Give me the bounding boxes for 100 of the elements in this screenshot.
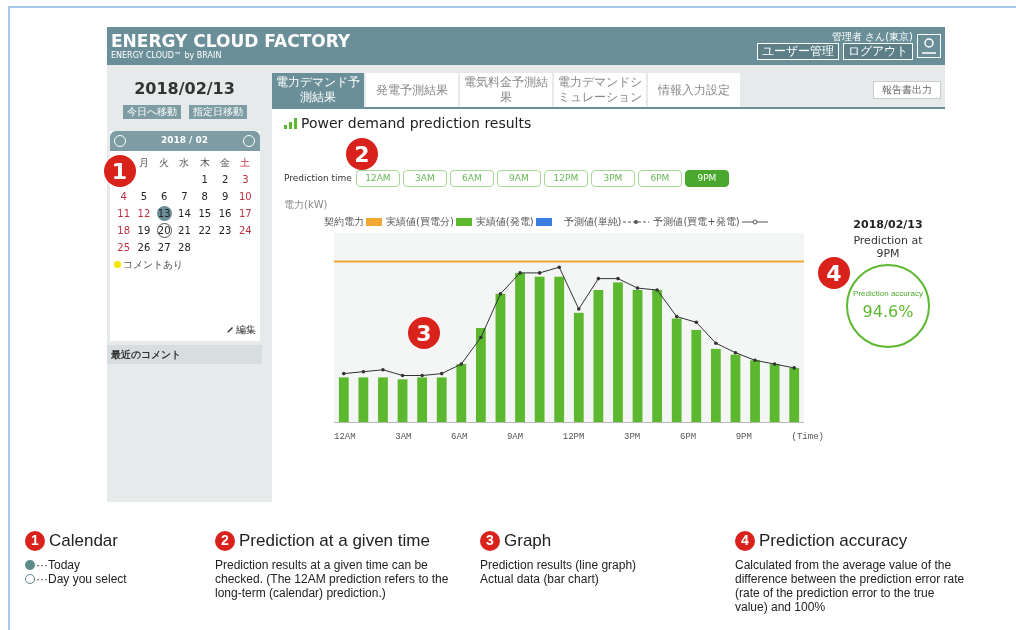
legend-title: Prediction accuracy: [759, 530, 908, 552]
x-axis-label: 12PM: [562, 431, 585, 444]
tab[interactable]: 電力デマンド予測結果: [272, 73, 364, 107]
accuracy-caption: Prediction at 9PM: [853, 233, 923, 260]
calendar-day[interactable]: 6: [156, 189, 172, 204]
data-point: [498, 292, 503, 296]
bar: [378, 377, 388, 423]
report-output-button[interactable]: 報告書出力: [873, 81, 941, 99]
data-point: [733, 350, 738, 355]
calendar-day[interactable]: 21: [177, 223, 192, 238]
calendar-day[interactable]: 12: [136, 206, 152, 221]
x-axis-label: 6PM: [679, 431, 697, 444]
section-title: Power demand prediction results: [301, 114, 532, 133]
calendar-day[interactable]: 18: [116, 223, 132, 238]
bar: [730, 354, 741, 423]
data-point: [616, 276, 620, 281]
calendar-day[interactable]: 27: [156, 240, 172, 255]
legend-description: Prediction results (line graph): [480, 557, 638, 572]
data-point: [674, 314, 679, 319]
legend-label: 実績値(発電): [475, 215, 534, 229]
date-nav-button[interactable]: 今日へ移動: [122, 105, 181, 119]
data-point: [518, 271, 522, 275]
header-button[interactable]: ログアウト: [843, 43, 913, 60]
legend-label: 実績値(買電分): [386, 215, 454, 229]
number-badge: 4: [735, 530, 755, 551]
edit-link[interactable]: 編集: [235, 322, 256, 337]
calendar-day[interactable]: 2: [217, 172, 233, 187]
weekday-label: 月: [137, 156, 150, 170]
calendar-day[interactable]: 4: [116, 189, 132, 204]
accuracy-date: 2018/02/13: [853, 217, 923, 233]
legend-description: Actual data (bar chart): [480, 571, 600, 586]
legend-label: 予測値(買電+発電): [653, 215, 740, 229]
prediction-time-label: Prediction time: [284, 171, 352, 185]
calendar-day[interactable]: 3: [237, 172, 253, 187]
bar-chart-icon: [284, 118, 297, 129]
weekday-label: 土: [239, 156, 252, 170]
calendar-day[interactable]: 24: [237, 223, 253, 238]
data-point: [694, 320, 699, 325]
user-name: 管理者 さん(東京): [832, 32, 913, 42]
number-badge: 4: [818, 257, 850, 289]
data-point: [557, 265, 561, 269]
number-badge: 3: [480, 530, 500, 551]
legend-text: ···Day you select: [36, 571, 127, 586]
x-axis-label: 3PM: [624, 431, 641, 444]
calendar-day[interactable]: 22: [197, 223, 213, 238]
bar: [769, 364, 780, 423]
data-point: [596, 276, 601, 281]
number-badge: 2: [215, 530, 235, 551]
legend-title: Prediction at a given time: [239, 530, 430, 552]
data-point: [439, 371, 444, 376]
calendar-day[interactable]: 14: [177, 206, 192, 221]
calendar-day[interactable]: 13: [156, 206, 172, 221]
recent-comments-header: 最近のコメント: [107, 345, 262, 364]
data-point: [479, 335, 483, 340]
app-title: ENERGY CLOUD FACTORY: [111, 32, 351, 50]
data-point: [459, 362, 464, 366]
calendar-day[interactable]: 5: [136, 189, 152, 204]
pencil-icon: [225, 325, 234, 334]
calendar-day[interactable]: 9: [217, 189, 233, 204]
data-point: [361, 369, 366, 374]
legend-label: 契約電力: [324, 215, 364, 229]
time-option[interactable]: 9PM: [684, 170, 729, 187]
calendar-day[interactable]: 19: [136, 223, 152, 238]
calendar-day[interactable]: 25: [116, 240, 132, 255]
calendar-day[interactable]: 23: [217, 223, 233, 238]
bar: [789, 367, 800, 423]
dashed-line-icon: [623, 218, 650, 225]
calendar-day[interactable]: 1: [197, 172, 213, 187]
app-subtitle: ENERGY CLOUD™ by BRAIN: [111, 51, 223, 60]
calendar-day[interactable]: 26: [136, 240, 152, 255]
calendar-day[interactable]: 16: [217, 206, 233, 221]
tab[interactable]: 電力デマンドシミュレーション: [554, 73, 646, 107]
x-axis-label: 9PM: [735, 431, 752, 444]
legend-label: 予測値(単純): [563, 215, 622, 229]
data-point: [400, 373, 405, 378]
solid-line-icon: [741, 218, 768, 225]
tab[interactable]: 電気料金予測結果: [460, 73, 552, 107]
calendar-day[interactable]: 28: [177, 240, 192, 255]
date-nav-button[interactable]: 指定日移動: [188, 105, 247, 119]
header-button[interactable]: ユーザー管理: [757, 43, 839, 60]
x-axis-label: (Time): [791, 431, 824, 444]
accuracy-value: 94.6%: [862, 300, 914, 323]
calendar-day[interactable]: 10: [237, 189, 253, 204]
bar: [397, 379, 408, 423]
bar: [417, 377, 427, 423]
legend-title: Graph: [504, 530, 552, 552]
bar: [338, 377, 349, 423]
tab[interactable]: 情報入力設定: [648, 73, 740, 107]
data-point: [753, 358, 757, 363]
calendar-day[interactable]: 11: [116, 206, 132, 221]
calendar-day[interactable]: 15: [197, 206, 213, 221]
tab[interactable]: 発電予測結果: [366, 73, 458, 107]
calendar-day[interactable]: 7: [177, 189, 192, 204]
calendar-day[interactable]: 17: [237, 206, 253, 221]
weekday-label: 木: [198, 156, 211, 170]
calendar-day[interactable]: 8: [197, 189, 213, 204]
legend-description: Prediction results at a given time can be checked. (The 12AM prediction refers to the long-term (calendar) prediction.): [215, 557, 450, 600]
person-logo-icon[interactable]: [917, 34, 941, 58]
data-point: [420, 373, 424, 378]
x-axis-label: 12AM: [334, 431, 356, 444]
